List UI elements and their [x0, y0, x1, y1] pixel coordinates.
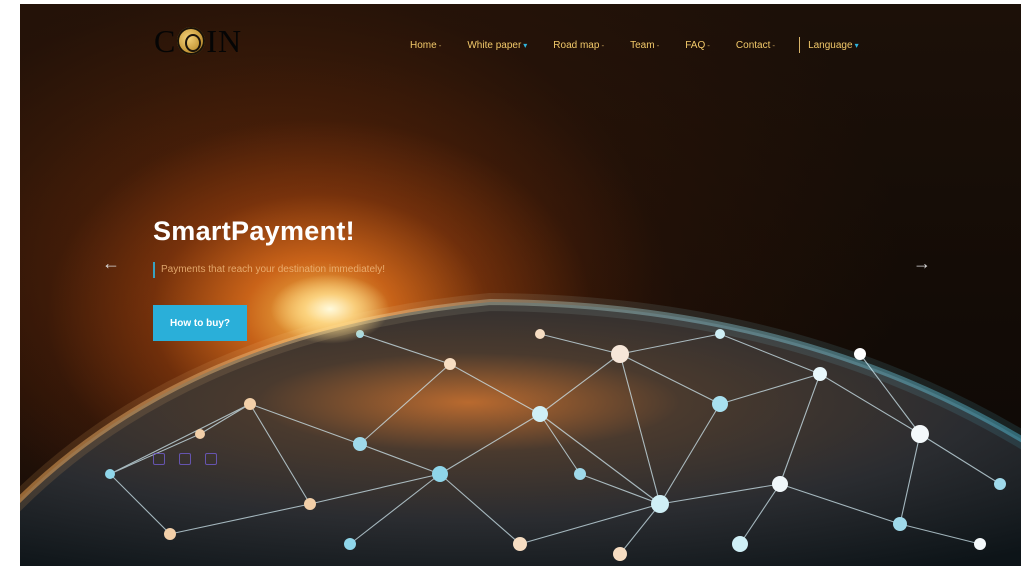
facebook-icon[interactable] [179, 453, 191, 465]
site-logo[interactable]: C IN [154, 22, 243, 59]
nav-item-label: Road map [553, 39, 600, 51]
globe-network-graphic [20, 292, 1021, 566]
dash-icon: - [438, 40, 442, 50]
language-selector[interactable]: Language ▾ [808, 40, 859, 51]
nav-item-home[interactable]: Home - [410, 40, 441, 51]
logo-text-right: IN [206, 22, 243, 59]
dash-icon: - [656, 40, 660, 50]
dash-icon: - [772, 40, 776, 50]
main-nav: Home - White paper ▾ Road map - Team - F… [410, 35, 859, 55]
chevron-down-icon: ▾ [854, 40, 859, 50]
nav-item-team[interactable]: Team - [630, 40, 659, 51]
nav-item-faq[interactable]: FAQ - [685, 40, 710, 51]
nav-item-white-paper[interactable]: White paper ▾ [467, 40, 527, 51]
nav-divider [799, 37, 801, 53]
nav-item-label: White paper [467, 39, 522, 51]
nav-item-label: Team [630, 39, 655, 51]
hero-viewport: C IN Home - White paper ▾ Road map - Tea… [20, 4, 1021, 566]
dash-icon: - [707, 40, 710, 50]
hero-title: SmartPayment! [153, 216, 355, 246]
nav-item-label: FAQ [685, 39, 706, 51]
twitter-icon[interactable] [153, 453, 165, 465]
nav-item-road-map[interactable]: Road map - [553, 40, 604, 51]
nav-item-contact[interactable]: Contact - [736, 40, 775, 51]
social-links [153, 453, 217, 465]
sun-flare [270, 274, 390, 344]
nav-item-label: Contact [735, 39, 771, 51]
how-to-buy-button[interactable]: How to buy? [153, 305, 247, 341]
arrow-left-icon[interactable]: ← [102, 253, 120, 274]
nav-item-label: Home [410, 39, 437, 51]
chevron-down-icon: ▾ [523, 40, 528, 50]
telegram-icon[interactable] [205, 453, 217, 465]
hero-subtitle: Payments that reach your destination imm… [153, 262, 385, 278]
logo-text-left: C [154, 22, 177, 59]
language-label: Language [808, 39, 853, 51]
arrow-right-icon[interactable]: → [913, 253, 931, 274]
dash-icon: - [601, 40, 605, 50]
coin-icon [177, 27, 206, 55]
